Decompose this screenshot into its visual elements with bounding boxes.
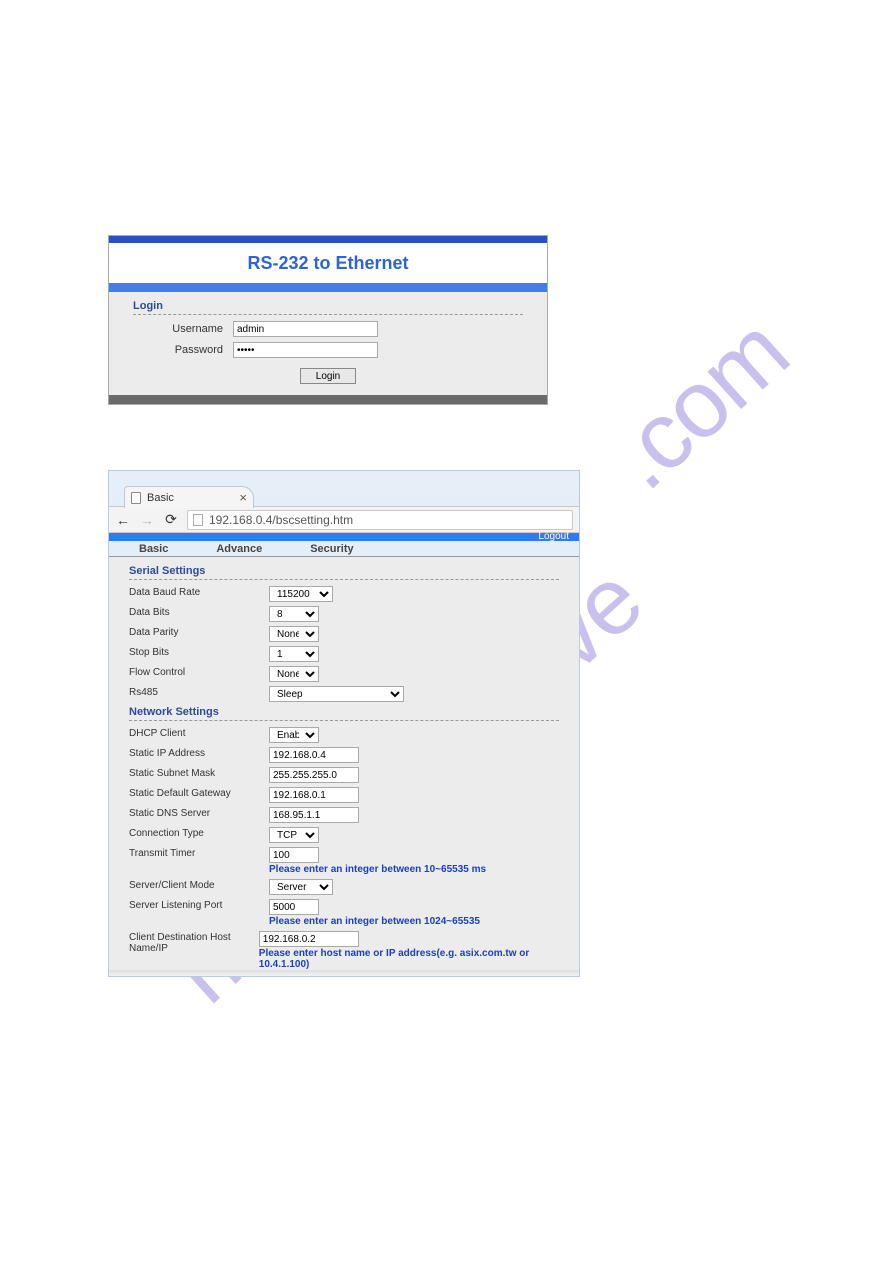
listen-port-help: Please enter an integer between 1024~655… [269, 916, 480, 927]
login-window: RS-232 to Ethernet Login Username Passwo… [108, 235, 548, 405]
watermark-part: .com [589, 298, 809, 511]
login-button[interactable]: Login [300, 368, 356, 384]
listen-port-input[interactable] [269, 899, 319, 915]
flow-control-select[interactable]: None [269, 666, 319, 682]
content-area: Serial Settings Data Baud Rate 115200 Da… [109, 557, 579, 975]
conn-type-select[interactable]: TCP [269, 827, 319, 843]
gateway-label: Static Default Gateway [129, 787, 269, 799]
page-icon [193, 514, 203, 526]
logout-link[interactable]: Logout [538, 531, 569, 542]
tab-security[interactable]: Security [310, 543, 353, 555]
dns-input[interactable] [269, 807, 359, 823]
password-label: Password [133, 344, 223, 356]
password-input[interactable] [233, 342, 378, 358]
username-row: Username [133, 321, 523, 337]
top-bar [109, 236, 547, 243]
mode-select[interactable]: Server [269, 879, 333, 895]
close-icon[interactable]: × [239, 490, 247, 505]
nav-tabs: Basic Advance Security [109, 541, 579, 557]
tab-basic[interactable]: Basic [139, 543, 168, 555]
mode-label: Server/Client Mode [129, 879, 269, 891]
stop-bits-label: Stop Bits [129, 646, 269, 658]
username-label: Username [133, 323, 223, 335]
page-title: RS-232 to Ethernet [247, 253, 408, 273]
dest-host-label: Client Destination Host Name/IP [129, 931, 259, 954]
conn-type-label: Connection Type [129, 827, 269, 839]
stop-bits-select[interactable]: 1 [269, 646, 319, 662]
header: RS-232 to Ethernet [109, 243, 547, 283]
back-icon[interactable]: ← [115, 512, 131, 528]
file-icon [131, 492, 141, 504]
footer-bar [109, 395, 547, 404]
flow-control-label: Flow Control [129, 666, 269, 678]
tab-advance[interactable]: Advance [216, 543, 262, 555]
tab-title: Basic [147, 492, 174, 504]
transmit-timer-help: Please enter an integer between 10~65535… [269, 864, 486, 875]
parity-select[interactable]: None [269, 626, 319, 642]
gateway-input[interactable] [269, 787, 359, 803]
parity-label: Data Parity [129, 626, 269, 638]
tab-strip: Basic × [109, 471, 579, 506]
baud-rate-select[interactable]: 115200 [269, 586, 333, 602]
rs485-label: Rs485 [129, 686, 269, 698]
username-input[interactable] [233, 321, 378, 337]
url-field[interactable]: 192.168.0.4/bscsetting.htm [187, 510, 573, 530]
serial-heading: Serial Settings [129, 565, 559, 580]
baud-rate-label: Data Baud Rate [129, 586, 269, 598]
browser-tab[interactable]: Basic × [124, 486, 254, 508]
data-bits-select[interactable]: 8 [269, 606, 319, 622]
static-ip-input[interactable] [269, 747, 359, 763]
subnet-input[interactable] [269, 767, 359, 783]
login-section-title: Login [133, 300, 523, 315]
top-blue-bar: Logout [109, 533, 579, 541]
rs485-select[interactable]: Sleep [269, 686, 404, 702]
address-bar: ← → ⟳ 192.168.0.4/bscsetting.htm [109, 506, 579, 533]
listen-port-label: Server Listening Port [129, 899, 269, 911]
reload-icon[interactable]: ⟳ [163, 511, 179, 528]
dns-label: Static DNS Server [129, 807, 269, 819]
data-bits-label: Data Bits [129, 606, 269, 618]
browser-window: Basic × ← → ⟳ 192.168.0.4/bscsetting.htm… [108, 470, 580, 977]
dhcp-select[interactable]: Enable [269, 727, 319, 743]
subnet-label: Static Subnet Mask [129, 767, 269, 779]
static-ip-label: Static IP Address [129, 747, 269, 759]
forward-icon[interactable]: → [139, 512, 155, 528]
accent-bar [109, 283, 547, 292]
transmit-timer-input[interactable] [269, 847, 319, 863]
network-heading: Network Settings [129, 706, 559, 721]
dest-host-help: Please enter host name or IP address(e.g… [259, 948, 559, 970]
bottom-shadow [109, 970, 579, 976]
transmit-timer-label: Transmit Timer [129, 847, 269, 859]
dhcp-label: DHCP Client [129, 727, 269, 739]
dest-host-input[interactable] [259, 931, 359, 947]
password-row: Password [133, 342, 523, 358]
url-text: 192.168.0.4/bscsetting.htm [209, 513, 353, 527]
